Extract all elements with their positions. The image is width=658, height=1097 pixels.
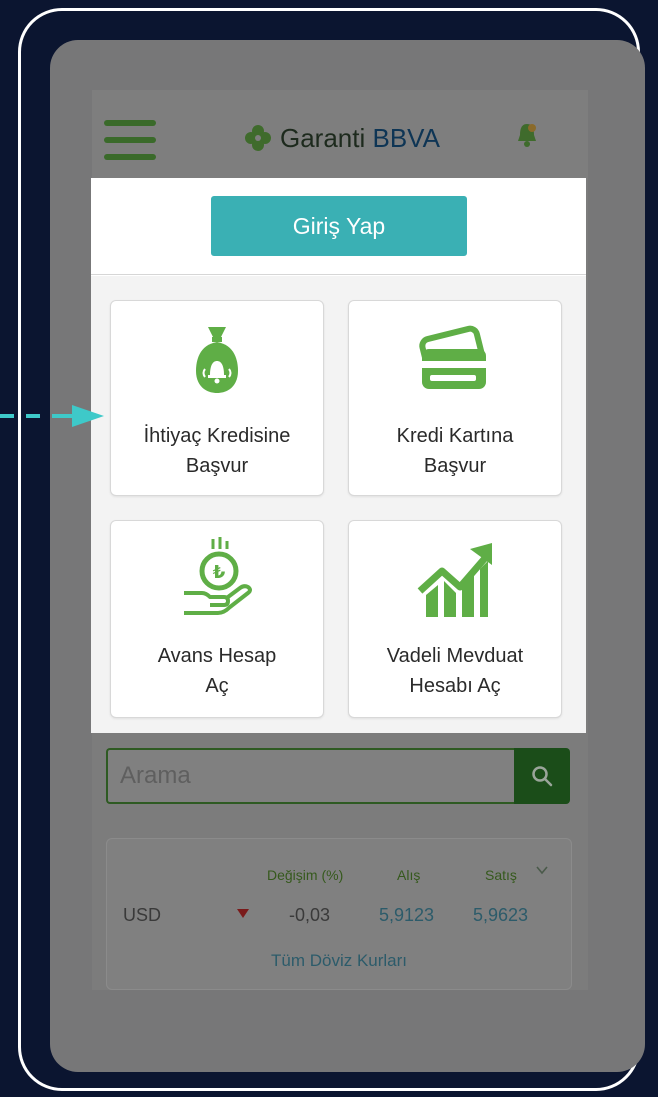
tile-credit-card[interactable]: Kredi Kartına Başvur — [348, 300, 562, 496]
fx-currency: USD — [123, 905, 162, 925]
fx-header-buy: Alış — [397, 867, 421, 883]
all-exchange-rates-link[interactable]: Tüm Döviz Kurları — [107, 951, 571, 971]
coin-hand-icon: ₺ — [184, 537, 252, 615]
fx-sell-value: 5,9623 — [473, 905, 529, 925]
logo-suffix-text: BBVA — [372, 122, 440, 153]
login-area: Giriş Yap — [91, 178, 586, 275]
fx-change-value: -0,03 — [289, 905, 331, 925]
tile-label-line2: Başvur — [423, 455, 487, 477]
tile-time-deposit[interactable]: Vadeli Mevduat Hesabı Aç — [348, 520, 562, 718]
app-header: Garanti BBVA — [92, 90, 588, 180]
search-button[interactable] — [514, 748, 570, 804]
tile-personal-loan[interactable]: İhtiyaç Kredisine Başvur — [110, 300, 324, 496]
tile-overdraft-account[interactable]: ₺ Avans Hesap Aç — [110, 520, 324, 718]
search-input[interactable]: Arama — [106, 748, 514, 804]
svg-text:₺: ₺ — [213, 562, 226, 583]
tile-label-line1: Vadeli Mevduat — [386, 645, 524, 667]
tile-label-line2: Aç — [205, 675, 229, 697]
pointer-arrow-icon — [0, 405, 104, 427]
search-icon — [532, 766, 553, 787]
logo-brand-text: Garanti — [280, 122, 366, 153]
quick-actions-overlay: Giriş Yap İhtiyaç Kredisine Başvur Kredi… — [91, 178, 586, 733]
hamburger-menu-icon[interactable] — [104, 120, 156, 160]
exchange-rates-card: Değişim (%) Alış Satış USD -0,03 5,9123 … — [106, 838, 572, 990]
fx-buy-value: 5,9123 — [379, 905, 435, 925]
fx-header-change: Değişim (%) — [267, 867, 344, 883]
chevron-down-icon[interactable] — [535, 863, 549, 877]
clover-logo-icon — [245, 125, 271, 151]
tile-label-line1: Avans Hesap — [157, 645, 277, 667]
notification-bell-icon[interactable] — [512, 120, 542, 150]
tile-label-line1: Kredi Kartına — [396, 425, 514, 447]
credit-card-icon — [419, 325, 486, 389]
fx-header-sell: Satış — [485, 867, 517, 883]
quick-action-grid: İhtiyaç Kredisine Başvur Kredi Kartına B… — [91, 276, 586, 733]
down-triangle-icon — [237, 909, 249, 918]
tile-label-line2: Başvur — [185, 455, 249, 477]
growth-chart-icon — [417, 543, 492, 617]
brand-logo: Garanti BBVA — [242, 118, 440, 158]
money-bag-icon — [196, 327, 238, 393]
login-button[interactable]: Giriş Yap — [211, 196, 467, 256]
tile-label-line1: İhtiyaç Kredisine — [143, 425, 291, 447]
tile-label-line2: Hesabı Aç — [409, 675, 501, 697]
